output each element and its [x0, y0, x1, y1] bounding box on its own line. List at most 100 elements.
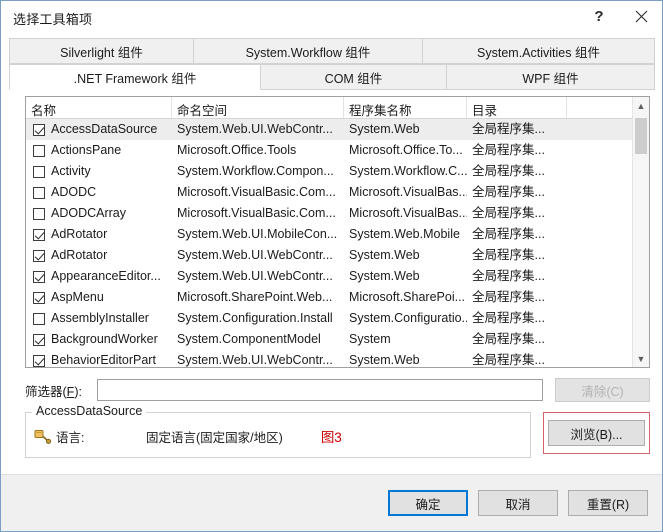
row-checkbox[interactable]	[33, 144, 45, 157]
table-row[interactable]: AssemblyInstaller System.Configuration.In…	[26, 308, 649, 329]
tab-wpf[interactable]: WPF 组件	[446, 64, 655, 90]
list-header-row: 名称 命名空间 程序集名称 目录	[26, 97, 649, 119]
close-icon[interactable]	[620, 1, 662, 32]
tab-strip: Silverlight 组件 System.Workflow 组件 System…	[9, 38, 655, 90]
cell-name-label: BackgroundWorker	[51, 332, 158, 346]
dialog-body: Silverlight 组件 System.Workflow 组件 System…	[1, 38, 662, 531]
cell-name-label: Activity	[51, 164, 91, 178]
cell-namespace: Microsoft.Office.Tools	[177, 143, 297, 157]
tab-row-top: Silverlight 组件 System.Workflow 组件 System…	[9, 38, 655, 64]
table-row[interactable]: BackgroundWorker System.ComponentModel Sys…	[26, 329, 649, 350]
cell-namespace: System.Web.UI.MobileCon...	[177, 227, 338, 241]
cell-directory: 全局程序集...	[472, 227, 545, 241]
cell-namespace: System.Web.UI.WebContr...	[177, 122, 333, 136]
table-row[interactable]: ADODCArray Microsoft.VisualBasic.Com... Mi…	[26, 203, 649, 224]
cell-assembly: Microsoft.VisualBas...	[349, 206, 467, 220]
scrollbar-track[interactable]	[633, 114, 649, 350]
details-area: AccessDataSource 语言: 固定语言(固定国家/地区) 图3 浏览…	[25, 404, 650, 458]
row-checkbox[interactable]	[33, 333, 45, 346]
cell-directory: 全局程序集...	[472, 353, 545, 367]
row-checkbox[interactable]	[33, 249, 45, 262]
column-header-assembly[interactable]: 程序集名称	[344, 97, 467, 118]
clear-filter-button[interactable]: 清除(C)	[555, 378, 650, 402]
table-row[interactable]: AccessDataSource System.Web.UI.WebContr..…	[26, 119, 649, 140]
table-row[interactable]: ADODC Microsoft.VisualBasic.Com... Microso…	[26, 182, 649, 203]
selected-item-groupbox: AccessDataSource 语言: 固定语言(固定国家/地区) 图3	[25, 404, 531, 458]
table-row[interactable]: ActionsPane Microsoft.Office.Tools Microso…	[26, 140, 649, 161]
cell-directory: 全局程序集...	[472, 248, 545, 262]
cell-namespace: System.Web.UI.WebContr...	[177, 269, 333, 283]
row-checkbox[interactable]	[33, 186, 45, 199]
row-checkbox[interactable]	[33, 270, 45, 283]
cell-name: AccessDataSource	[26, 119, 172, 140]
browse-button-highlight: 浏览(B)...	[543, 412, 650, 454]
cell-namespace: System.Configuration.Install	[177, 311, 333, 325]
table-row[interactable]: BehaviorEditorPart System.Web.UI.WebContr…	[26, 350, 649, 367]
cell-directory: 全局程序集...	[472, 164, 545, 178]
help-question-icon[interactable]: ?	[578, 1, 620, 32]
cell-assembly: System.Web.Mobile	[349, 227, 460, 241]
chevron-up-icon[interactable]: ▲	[633, 97, 649, 114]
table-row[interactable]: AdRotator System.Web.UI.WebContr... System…	[26, 245, 649, 266]
row-checkbox[interactable]	[33, 207, 45, 220]
cell-name: ADODC	[26, 182, 172, 203]
tab-system-workflow[interactable]: System.Workflow 组件	[193, 38, 423, 64]
cell-directory: 全局程序集...	[472, 143, 545, 157]
tab-com[interactable]: COM 组件	[260, 64, 447, 90]
row-checkbox[interactable]	[33, 354, 45, 367]
cell-assembly: System.Configuratio...	[349, 311, 467, 325]
cell-assembly: System.Web	[349, 122, 420, 136]
row-checkbox[interactable]	[33, 312, 45, 325]
cell-name: BehaviorEditorPart	[26, 350, 172, 367]
filter-input[interactable]	[97, 379, 543, 401]
cell-namespace: System.Web.UI.WebContr...	[177, 353, 333, 367]
column-header-namespace[interactable]: 命名空间	[172, 97, 344, 118]
cell-assembly: System.Workflow.C...	[349, 164, 467, 178]
cell-namespace: Microsoft.VisualBasic.Com...	[177, 206, 336, 220]
cell-name-label: AccessDataSource	[51, 122, 158, 136]
dialog-footer: 确定 取消 重置(R)	[1, 474, 662, 531]
cancel-button[interactable]: 取消	[478, 490, 558, 516]
cell-namespace: System.Workflow.Compon...	[177, 164, 334, 178]
cell-assembly: System	[349, 332, 391, 346]
cell-directory: 全局程序集...	[472, 311, 545, 325]
table-row[interactable]: AspMenu Microsoft.SharePoint.Web... Micros…	[26, 287, 649, 308]
column-header-name[interactable]: 名称	[26, 97, 172, 118]
cell-name-label: ADODCArray	[51, 206, 127, 220]
cell-name: ActionsPane	[26, 140, 172, 161]
property-value: 固定语言(固定国家/地区)	[146, 430, 283, 445]
cell-name: AssemblyInstaller	[26, 308, 172, 329]
table-row[interactable]: AppearanceEditor... System.Web.UI.WebCont…	[26, 266, 649, 287]
components-list: 名称 命名空间 程序集名称 目录 AccessDataSource System.…	[25, 96, 650, 368]
chevron-down-icon[interactable]: ▼	[633, 350, 649, 367]
cell-name: AdRotator	[26, 224, 172, 245]
tab-row-bottom: .NET Framework 组件 COM 组件 WPF 组件	[9, 64, 655, 90]
cell-namespace: Microsoft.VisualBasic.Com...	[177, 185, 336, 199]
cell-assembly: System.Web	[349, 269, 420, 283]
row-checkbox[interactable]	[33, 291, 45, 304]
vertical-scrollbar[interactable]: ▲ ▼	[632, 97, 649, 367]
ok-button[interactable]: 确定	[388, 490, 468, 516]
browse-button[interactable]: 浏览(B)...	[548, 420, 645, 446]
table-row[interactable]: Activity System.Workflow.Compon... System.…	[26, 161, 649, 182]
table-row[interactable]: AdRotator System.Web.UI.MobileCon... Syste…	[26, 224, 649, 245]
cell-assembly: Microsoft.VisualBas...	[349, 185, 467, 199]
tab-dotnet-framework[interactable]: .NET Framework 组件	[9, 64, 261, 90]
row-checkbox[interactable]	[33, 123, 45, 136]
scrollbar-thumb[interactable]	[635, 118, 647, 154]
cell-directory: 全局程序集...	[472, 206, 545, 220]
cell-directory: 全局程序集...	[472, 269, 545, 283]
cell-name-label: AssemblyInstaller	[51, 311, 149, 325]
cell-name-label: BehaviorEditorPart	[51, 353, 156, 367]
cell-directory: 全局程序集...	[472, 122, 545, 136]
row-checkbox[interactable]	[33, 228, 45, 241]
cell-name-label: AdRotator	[51, 227, 108, 241]
groupbox-title: AccessDataSource	[32, 404, 147, 418]
column-header-directory[interactable]: 目录	[467, 97, 567, 118]
tab-silverlight[interactable]: Silverlight 组件	[9, 38, 194, 64]
row-checkbox[interactable]	[33, 165, 45, 178]
cell-name-label: AppearanceEditor...	[51, 269, 161, 283]
cell-namespace: System.Web.UI.WebContr...	[177, 248, 333, 262]
reset-button[interactable]: 重置(R)	[568, 490, 648, 516]
tab-system-activities[interactable]: System.Activities 组件	[422, 38, 655, 64]
